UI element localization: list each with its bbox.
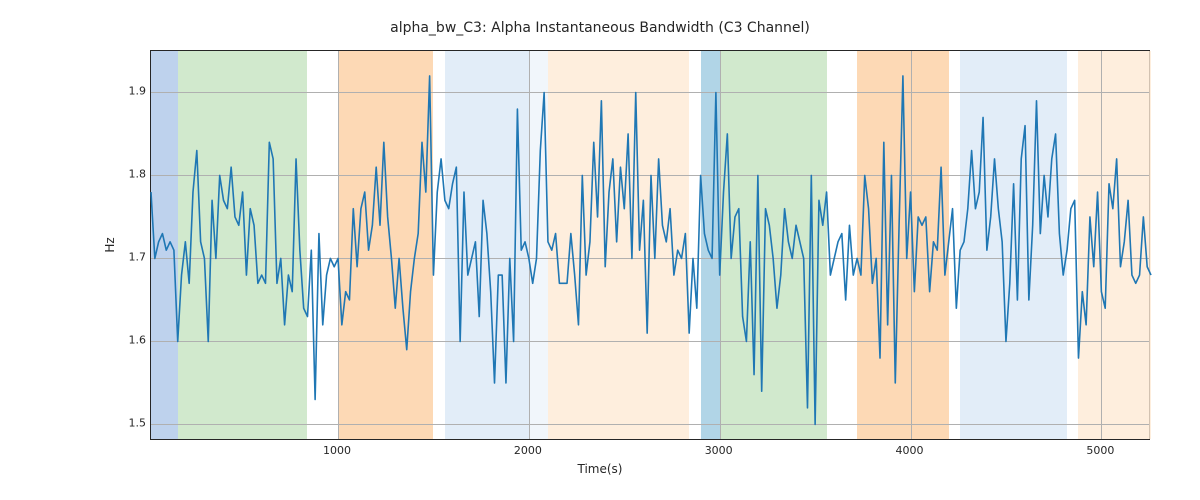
line-series-svg [151,51,1149,439]
x-tick-label: 3000 [705,444,733,457]
x-tick-label: 1000 [323,444,351,457]
y-tick-label: 1.8 [96,168,146,181]
figure: alpha_bw_C3: Alpha Instantaneous Bandwid… [0,0,1200,500]
plot-area [150,50,1150,440]
y-tick-label: 1.7 [96,251,146,264]
x-tick-label: 2000 [514,444,542,457]
x-tick-label: 5000 [1086,444,1114,457]
x-axis-label: Time(s) [0,462,1200,476]
x-tick-label: 4000 [896,444,924,457]
chart-title: alpha_bw_C3: Alpha Instantaneous Bandwid… [0,20,1200,36]
y-tick-label: 1.6 [96,334,146,347]
y-tick-label: 1.5 [96,417,146,430]
series-line [151,76,1151,425]
y-tick-label: 1.9 [96,85,146,98]
